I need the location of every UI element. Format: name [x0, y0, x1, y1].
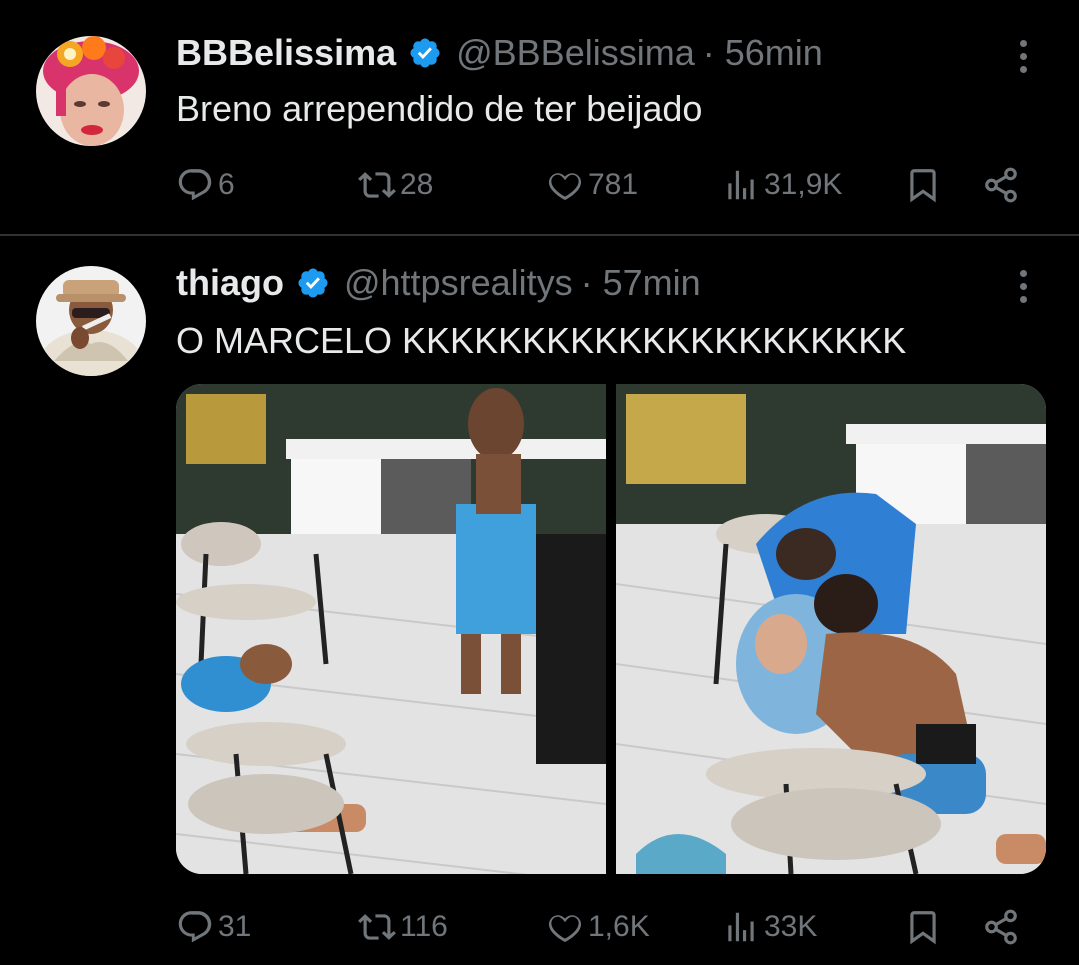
bookmark-icon: [910, 911, 936, 945]
repost-icon: [358, 914, 396, 940]
verified-badge-icon: [298, 268, 328, 298]
more-icon[interactable]: [1010, 40, 1036, 73]
reply-count: 6: [218, 168, 235, 201]
reply-button[interactable]: 6: [176, 160, 235, 210]
views-count: 31,9K: [764, 168, 843, 201]
reply-count: 31: [218, 910, 252, 943]
bookmark-button[interactable]: [904, 902, 942, 952]
avatar-image: [36, 36, 146, 146]
like-count: 781: [588, 168, 639, 201]
share-icon: [985, 167, 1017, 203]
reply-button[interactable]: 31: [176, 902, 251, 952]
share-button[interactable]: [982, 160, 1020, 210]
tweet-2[interactable]: thiago @httpsrealitys · 57min O MARCELO …: [0, 236, 1079, 965]
tweet-text: Breno arrependido de ter beijado: [176, 88, 703, 129]
media-image-2[interactable]: [616, 384, 1046, 874]
tweet-1[interactable]: BBBelissima @BBBelissima · 56min Breno a…: [0, 0, 1079, 234]
bookmark-icon: [910, 169, 936, 203]
reply-icon: [178, 911, 212, 943]
avatar-image: [36, 266, 146, 376]
views-icon: [728, 170, 754, 200]
reply-icon: [178, 169, 212, 201]
like-count: 1,6K: [588, 910, 650, 943]
photo: [176, 384, 606, 874]
media-grid[interactable]: [176, 384, 1046, 874]
like-icon: [548, 173, 582, 201]
more-icon[interactable]: [1010, 270, 1036, 303]
like-icon: [548, 915, 582, 943]
views-button[interactable]: 31,9K: [722, 160, 842, 210]
avatar[interactable]: [36, 36, 146, 146]
timestamp[interactable]: · 57min: [581, 262, 701, 304]
action-bar: 6 28 781 31,9K: [176, 160, 1036, 210]
verified-badge-icon: [410, 38, 440, 68]
author-handle[interactable]: @httpsrealitys: [344, 262, 573, 304]
share-icon: [985, 909, 1017, 945]
tweet-header: thiago @httpsrealitys · 57min: [176, 260, 701, 306]
repost-button[interactable]: 116: [358, 902, 448, 952]
timestamp[interactable]: · 56min: [703, 32, 823, 74]
media-image-1[interactable]: [176, 384, 606, 874]
repost-icon: [358, 172, 396, 198]
author-name[interactable]: BBBelissima: [176, 32, 396, 74]
repost-count: 28: [400, 168, 434, 201]
tweet-text: O MARCELO KKKKKKKKKKKKKKKKKKKKK: [176, 320, 907, 361]
like-button[interactable]: 1,6K: [546, 902, 650, 952]
like-button[interactable]: 781: [546, 160, 638, 210]
avatar[interactable]: [36, 266, 146, 376]
repost-button[interactable]: 28: [358, 160, 433, 210]
repost-count: 116: [400, 910, 448, 943]
views-button[interactable]: 33K: [722, 902, 817, 952]
bookmark-button[interactable]: [904, 160, 942, 210]
share-button[interactable]: [982, 902, 1020, 952]
author-name[interactable]: thiago: [176, 262, 284, 304]
photo: [616, 384, 1046, 874]
tweet-header: BBBelissima @BBBelissima · 56min: [176, 30, 823, 76]
views-count: 33K: [764, 910, 818, 943]
author-handle[interactable]: @BBBelissima: [456, 32, 695, 74]
views-icon: [728, 912, 754, 942]
action-bar: 31 116 1,6K 33K: [176, 902, 1036, 952]
